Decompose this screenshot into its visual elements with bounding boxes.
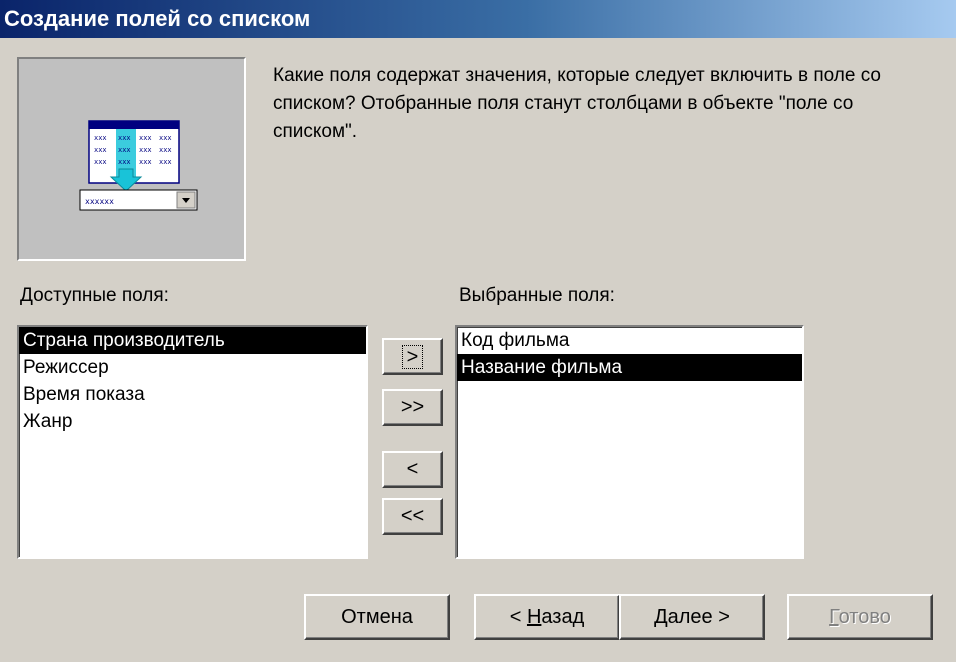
add-field-button[interactable]: > xyxy=(382,338,443,375)
available-fields-list[interactable]: Страна производитель Режиссер Время показа… xyxy=(17,325,368,559)
grid-cell: xxx xyxy=(94,146,107,154)
back-label: < Назад xyxy=(509,605,585,628)
add-all-fields-button[interactable]: >> xyxy=(382,389,443,426)
window-title: Создание полей со списком xyxy=(4,6,311,31)
title-bar: Создание полей со списком xyxy=(0,0,956,38)
finish-label: Готово xyxy=(829,605,891,628)
selected-fields-label: Выбранные поля: xyxy=(459,285,615,306)
grid-cell: xxx xyxy=(139,146,152,154)
selected-fields-list[interactable]: Код фильма Название фильма xyxy=(455,325,804,559)
list-item[interactable]: Жанр xyxy=(19,408,366,435)
back-button[interactable]: < Назад xyxy=(474,594,620,640)
grid-cell: xxx xyxy=(139,158,152,166)
remove-all-fields-button[interactable]: << xyxy=(382,498,443,535)
grid-cell: xxx xyxy=(159,146,172,154)
remove-field-label: < xyxy=(406,458,419,480)
list-item[interactable]: Время показа xyxy=(19,381,366,408)
finish-button: Готово xyxy=(787,594,933,640)
wizard-illustration: xxx xxx xxx xxx xxx xxx xxx xxx xxx xxx … xyxy=(17,57,246,261)
list-item[interactable]: Страна производитель xyxy=(19,327,366,354)
combo-text: xxxxxx xyxy=(85,197,114,206)
list-item[interactable]: Код фильма xyxy=(457,327,802,354)
add-all-label: >> xyxy=(400,396,425,418)
next-button[interactable]: Далее > xyxy=(619,594,765,640)
grid-cell: xxx xyxy=(139,134,152,142)
next-label: Далее > xyxy=(654,605,730,628)
grid-cell: xxx xyxy=(159,134,172,142)
combo-box-wizard-icon: xxx xxx xxx xxx xxx xxx xxx xxx xxx xxx … xyxy=(79,120,198,211)
grid-cell: xxx xyxy=(94,158,107,166)
available-fields-label: Доступные поля: xyxy=(20,285,169,306)
remove-all-label: << xyxy=(400,505,425,527)
cancel-label: Отмена xyxy=(341,605,413,628)
list-item[interactable]: Режиссер xyxy=(19,354,366,381)
remove-field-button[interactable]: < xyxy=(382,451,443,488)
instruction-text: Какие поля содержат значения, которые сл… xyxy=(273,65,881,142)
add-field-label: > xyxy=(401,344,424,369)
grid-cell: xxx xyxy=(159,158,172,166)
grid-cell: xxx xyxy=(118,158,131,166)
grid-cell: xxx xyxy=(118,134,131,142)
cancel-button[interactable]: Отмена xyxy=(304,594,450,640)
list-item[interactable]: Название фильма xyxy=(457,354,802,381)
grid-cell: xxx xyxy=(118,146,131,154)
grid-cell: xxx xyxy=(94,134,107,142)
